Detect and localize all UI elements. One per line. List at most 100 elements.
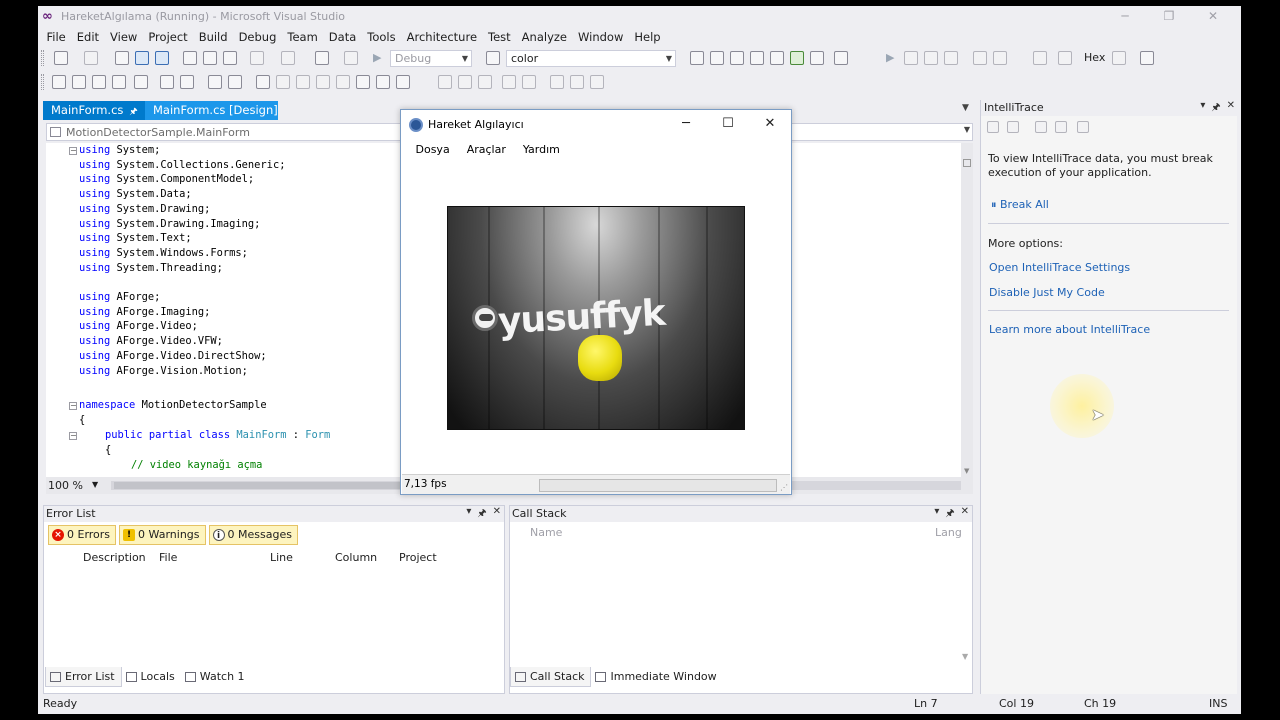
column-description[interactable]: Description: [83, 551, 146, 564]
stop-debugging-icon[interactable]: [924, 51, 938, 65]
menu-view[interactable]: View: [105, 28, 143, 46]
decrease-indent-icon[interactable]: [134, 75, 148, 89]
align-left-icon[interactable]: [438, 75, 452, 89]
filter-icon[interactable]: [1007, 121, 1019, 133]
tab-mainform-design[interactable]: MainForm.cs [Design]🖈: [145, 101, 278, 135]
menu-project[interactable]: Project: [143, 28, 193, 46]
threads-icon[interactable]: [1112, 51, 1126, 65]
zoom-level[interactable]: 100 %: [48, 479, 83, 492]
minimize-button[interactable]: ─: [1103, 6, 1147, 28]
scroll-down-icon[interactable]: ▼: [964, 467, 969, 475]
menu-build[interactable]: Build: [193, 28, 233, 46]
disable-just-my-code-link[interactable]: Disable Just My Code: [989, 286, 1105, 299]
close-button[interactable]: ✕: [1191, 6, 1235, 28]
menu-edit[interactable]: Edit: [71, 28, 104, 46]
messages-filter-button[interactable]: i0 Messages: [208, 525, 298, 545]
parameter-info-icon[interactable]: [72, 75, 86, 89]
tab-locals[interactable]: Locals: [122, 667, 181, 687]
next-bookmark-icon[interactable]: [296, 75, 310, 89]
step-out-icon[interactable]: [1033, 51, 1047, 65]
find-icon[interactable]: [344, 51, 358, 65]
increase-indent-icon[interactable]: [160, 75, 174, 89]
list-view-icon[interactable]: [987, 121, 999, 133]
resize-grip-icon[interactable]: ⋰: [780, 483, 788, 492]
toolbar-grip[interactable]: [41, 74, 44, 90]
close-icon[interactable]: ✕: [1227, 100, 1235, 117]
pin-icon[interactable]: 🖈: [1211, 100, 1220, 117]
undo-icon[interactable]: [250, 51, 264, 65]
customize-icon[interactable]: [1140, 51, 1154, 65]
column-column[interactable]: Column: [335, 551, 377, 564]
tools-icon[interactable]: [770, 51, 784, 65]
breakpoint-icon[interactable]: [1058, 51, 1072, 65]
collapse-icon[interactable]: −: [69, 402, 77, 410]
pin-icon[interactable]: 🖈: [129, 107, 137, 117]
align-right-icon[interactable]: [478, 75, 492, 89]
tab-error-list[interactable]: Error List: [45, 667, 122, 687]
panel-menu-icon[interactable]: ▾: [466, 506, 471, 523]
find-combo[interactable]: color ▼: [506, 50, 676, 67]
navigate-back-icon[interactable]: [54, 51, 68, 65]
find-in-files-icon[interactable]: [486, 51, 500, 65]
navigate-icon[interactable]: [315, 51, 329, 65]
paste-icon[interactable]: [223, 51, 237, 65]
menu-data[interactable]: Data: [323, 28, 361, 46]
errors-filter-button[interactable]: × 0 Errors: [48, 525, 117, 545]
column-line[interactable]: Line: [270, 551, 293, 564]
column-file[interactable]: File: [159, 551, 177, 564]
tab-mainform-cs[interactable]: MainForm.cs🖈✕: [43, 101, 145, 137]
new-project-icon[interactable]: [84, 51, 98, 65]
brackets-icon[interactable]: [522, 75, 536, 89]
hex-toggle[interactable]: Hex: [1084, 51, 1105, 64]
properties-icon[interactable]: [710, 51, 724, 65]
pin-icon[interactable]: 🖈: [477, 506, 486, 523]
tab-call-stack[interactable]: Call Stack: [510, 667, 592, 687]
open-intellitrace-settings-link[interactable]: Open IntelliTrace Settings: [989, 261, 1130, 274]
calls-view-icon[interactable]: [1035, 121, 1047, 133]
cut-icon[interactable]: [183, 51, 197, 65]
hint-icon[interactable]: [502, 75, 516, 89]
form-minimize-button[interactable]: ─: [665, 110, 707, 140]
continue-icon[interactable]: ▶: [886, 51, 894, 64]
learn-more-intellitrace-link[interactable]: Learn more about IntelliTrace: [989, 323, 1150, 336]
search-icon[interactable]: [1055, 121, 1067, 133]
previous-bookmark-icon[interactable]: [276, 75, 290, 89]
menu-araclar[interactable]: Araçlar: [458, 142, 514, 158]
word-completion-icon[interactable]: [92, 75, 106, 89]
extensions-icon[interactable]: [790, 51, 804, 65]
solution-configuration-select[interactable]: Debug ▼: [390, 50, 472, 67]
layout-icon[interactable]: [834, 51, 848, 65]
menu-architecture[interactable]: Architecture: [401, 28, 482, 46]
menu-test[interactable]: Test: [483, 28, 517, 46]
format-icon[interactable]: [396, 75, 410, 89]
bookmark-window-icon[interactable]: [356, 75, 370, 89]
tab-immediate-window[interactable]: Immediate Window: [591, 667, 722, 687]
copy-icon[interactable]: [203, 51, 217, 65]
restore-button[interactable]: ❐: [1147, 6, 1191, 28]
settings-icon[interactable]: [1077, 121, 1089, 133]
menu-dosya[interactable]: Dosya: [407, 142, 458, 158]
menu-debug[interactable]: Debug: [233, 28, 282, 46]
save-all-icon[interactable]: [155, 51, 169, 65]
server-explorer-icon[interactable]: [810, 51, 824, 65]
break-all-icon[interactable]: [904, 51, 918, 65]
form-maximize-button[interactable]: ☐: [707, 110, 749, 140]
break-all-link[interactable]: ⏸ Break All: [991, 198, 1049, 212]
start-icon[interactable]: ▶: [373, 51, 381, 64]
open-file-icon[interactable]: [115, 51, 129, 65]
menu-help[interactable]: Help: [629, 28, 666, 46]
menu-team[interactable]: Team: [282, 28, 323, 46]
bookmark-folder-icon[interactable]: [316, 75, 330, 89]
clear-bookmarks-icon[interactable]: [336, 75, 350, 89]
menu-yardim[interactable]: Yardım: [514, 142, 568, 158]
overflow-icon[interactable]: [590, 75, 604, 89]
chevron-down-icon[interactable]: ▼: [92, 480, 98, 489]
toolbar-grip[interactable]: [41, 50, 44, 66]
tab-watch-1[interactable]: Watch 1: [181, 667, 251, 687]
collapse-icon[interactable]: −: [69, 147, 77, 155]
comment-icon[interactable]: [208, 75, 222, 89]
menu-window[interactable]: Window: [573, 28, 629, 46]
uncomment-icon[interactable]: [228, 75, 242, 89]
menu-tools[interactable]: Tools: [362, 28, 401, 46]
editor-vertical-scrollbar[interactable]: ▼: [961, 143, 973, 477]
